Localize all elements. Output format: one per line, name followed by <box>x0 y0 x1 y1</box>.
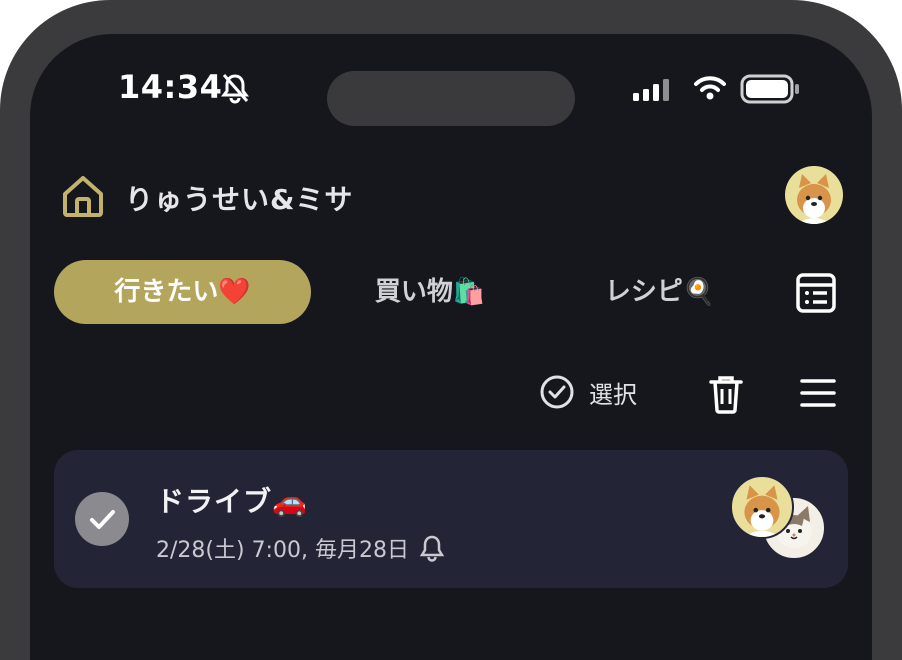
home-icon[interactable] <box>60 173 106 219</box>
select-label: 選択 <box>589 380 637 409</box>
shiba-dog-icon <box>797 174 831 224</box>
tab-want-to-go[interactable]: 行きたい❤️ <box>54 260 311 324</box>
assignee-avatar-dog <box>730 475 794 539</box>
menu-icon[interactable] <box>800 377 836 409</box>
checkmark-icon <box>90 510 115 529</box>
list-view-icon[interactable] <box>796 273 836 313</box>
page-title: りゅうせい&ミサ <box>125 183 354 216</box>
shiba-dog-icon <box>744 485 780 537</box>
battery-icon <box>740 74 799 104</box>
select-button[interactable]: 選択 <box>539 374 637 410</box>
wifi-icon <box>694 76 726 100</box>
status-time: 14:34 <box>118 68 223 106</box>
task-title: ドライブ🚗 <box>156 485 308 518</box>
user-avatar[interactable] <box>785 166 843 224</box>
task-card[interactable]: ドライブ🚗 2/28(土) 7:00, 毎月28日 <box>54 450 848 588</box>
tab-shopping[interactable]: 買い物🛍️ <box>330 260 530 324</box>
tab-recipe[interactable]: レシピ🍳 <box>560 260 760 324</box>
check-circle-icon <box>540 375 574 409</box>
dynamic-island <box>327 71 575 126</box>
task-date-repeat: 2/28(土) 7:00, 毎月28日 <box>156 538 409 563</box>
bell-icon <box>419 535 445 562</box>
cellular-signal-icon <box>633 79 669 101</box>
app-screen: 14:34 りゅうせい&ミサ 行きたい❤️ 買い物🛍️ レシピ🍳 選択 ドライブ… <box>30 34 872 660</box>
task-schedule: 2/28(土) 7:00, 毎月28日 <box>156 532 445 564</box>
task-complete-checkbox[interactable] <box>75 492 129 546</box>
bell-slash-icon <box>221 74 249 104</box>
trash-icon[interactable] <box>709 374 743 414</box>
